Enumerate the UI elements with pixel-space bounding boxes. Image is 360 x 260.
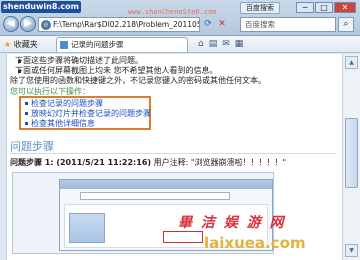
favorites-button[interactable]: ★ 收藏夹 — [4, 39, 38, 50]
command-bar-icons[interactable]: ⌂▤✉▦ — [198, 39, 248, 49]
bullet-icon — [18, 70, 21, 73]
ie-icon: e — [41, 20, 51, 30]
link-review-steps[interactable]: 检查记录的问题步骤 — [25, 99, 103, 109]
close-button[interactable]: ✕ — [334, 2, 356, 13]
tab-title: 记录的问题步骤 — [71, 40, 124, 49]
divider — [10, 153, 336, 154]
browser-tab[interactable]: 记录的问题步骤 — [56, 37, 188, 52]
info-line-1: 下面这些步骤将确切描述了此问题。 — [15, 56, 143, 65]
search-input[interactable]: 百度搜索 — [240, 17, 336, 32]
watermark-cn: 畢 洁 娱 游 网 — [178, 215, 286, 231]
back-arrow-icon: ◀ — [7, 18, 15, 29]
section-title: 问题步骤 — [10, 140, 54, 153]
site-logo: shenduwin8.com — [1, 1, 82, 13]
minimize-button[interactable]: ─ — [296, 2, 314, 13]
search-engine-button[interactable]: 百度搜索 — [240, 2, 280, 14]
browser-titlebar: shenduwin8.com www.shanCheneSteD.com 百度搜… — [0, 0, 360, 36]
address-url: F:\Temp\Rar$DI02.218\Problem_2011052 — [53, 20, 200, 29]
address-bar[interactable]: e F:\Temp\Rar$DI02.218\Problem_2011052 — [38, 17, 200, 32]
screenshot-thumbnail — [69, 213, 105, 243]
info-line-3: 除了您使用的函数和快捷键之外，不记录您键入的密码或其他任何文本。 — [10, 76, 266, 85]
vertical-scrollbar[interactable]: ▲ ▼ — [342, 54, 360, 260]
screenshot-highlight — [163, 231, 203, 243]
link-slideshow[interactable]: 放映幻灯片并检查记录的问题步骤 — [25, 109, 151, 119]
search-button[interactable]: ⌕ — [338, 17, 354, 32]
top-watermark: www.shanCheneSteD.com — [128, 8, 217, 16]
link-details[interactable]: 检查其他详细信息 — [25, 119, 95, 129]
maximize-button[interactable]: □ — [315, 2, 333, 13]
info-line-2: 下面或任何屏幕截图上均未 您不希望其他人看到的信息。 — [15, 66, 218, 75]
scroll-thumb[interactable] — [345, 118, 358, 188]
scroll-up-icon[interactable]: ▲ — [345, 56, 358, 69]
bullet-icon — [18, 60, 21, 63]
step-heading: 问题步骤 1: (2011/5/21 11:22:16) 用户注释: "浏览器崩… — [10, 158, 287, 167]
screenshot-titlebar — [60, 180, 272, 189]
scroll-down-icon[interactable]: ▼ — [345, 244, 358, 257]
forward-arrow-icon: ▶ — [24, 18, 32, 29]
search-icon: ⌕ — [343, 19, 349, 29]
refresh-icon[interactable]: ⟳ — [202, 18, 214, 30]
favorites-label: 收藏夹 — [13, 40, 38, 49]
star-icon: ★ — [4, 40, 12, 49]
stop-icon[interactable]: ✕ — [216, 18, 228, 30]
back-button[interactable]: ◀ — [3, 16, 19, 32]
page-icon — [60, 41, 68, 49]
forward-button[interactable]: ▶ — [20, 16, 36, 32]
page-content: 下面这些步骤将确切描述了此问题。 下面或任何屏幕截图上均未 您不希望其他人看到的… — [6, 54, 342, 260]
screenshot-address — [80, 192, 230, 200]
favorites-bar: ★ 收藏夹 记录的问题步骤 ⌂▤✉▦ — [0, 36, 360, 53]
watermark-en: laixuea.com — [204, 234, 306, 252]
